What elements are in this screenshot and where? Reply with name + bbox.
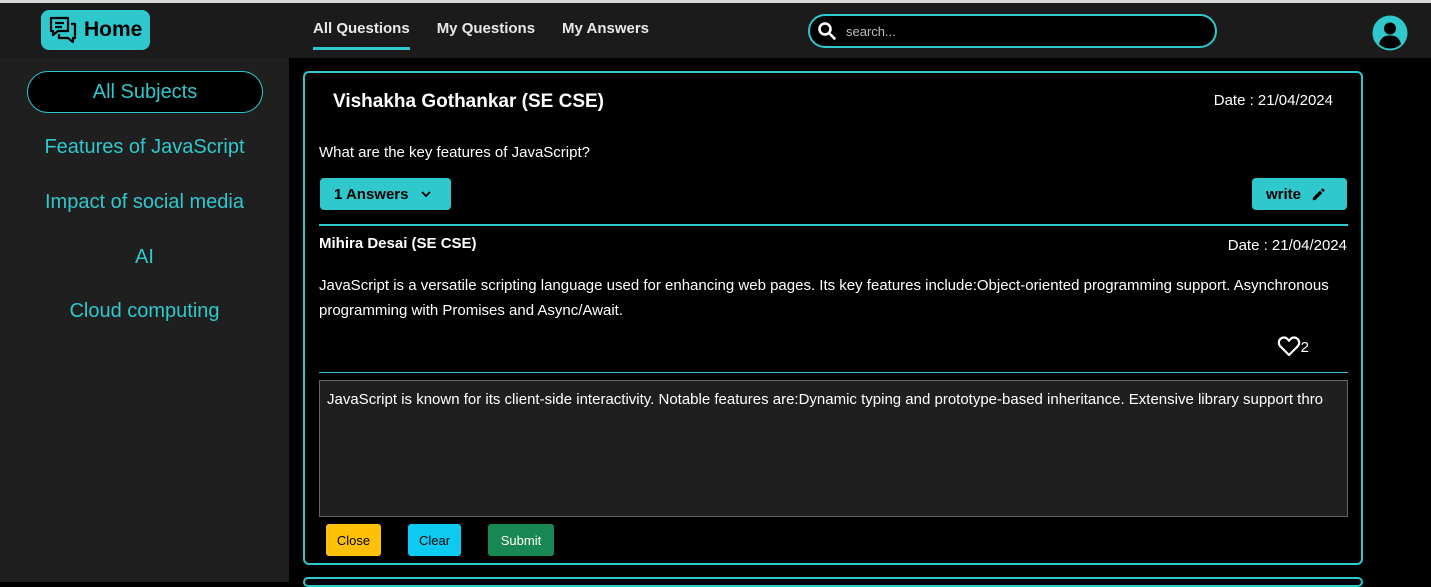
answer-editor[interactable]: JavaScript is known for its client-side … [319, 380, 1348, 517]
answers-count-label: 1 Answers [334, 185, 409, 203]
answer-date: Date : 21/04/2024 [1227, 237, 1347, 254]
question-date: Date : 21/04/2024 [1213, 92, 1333, 109]
sidebar-item-ai[interactable]: AI [0, 246, 289, 269]
submit-button[interactable]: Submit [488, 524, 554, 556]
search-bar [808, 14, 1217, 48]
question-text: What are the key features of JavaScript? [319, 144, 590, 161]
sidebar-item-features-of-javascript[interactable]: Features of JavaScript [0, 136, 289, 159]
home-button[interactable]: Home [41, 10, 150, 50]
like-button[interactable] [1277, 335, 1301, 357]
sidebar-item-impact-of-social-media[interactable]: Impact of social media [0, 191, 289, 214]
answers-toggle-button[interactable]: 1 Answers [320, 178, 451, 210]
chevron-down-icon [421, 191, 432, 198]
question-tabs: All Questions My Questions My Answers [313, 20, 676, 50]
answer-separator [319, 372, 1348, 373]
answer-author: Mihira Desai (SE CSE) [319, 235, 477, 252]
search-icon [818, 22, 836, 40]
sidebar-item-all-subjects[interactable]: All Subjects [27, 71, 263, 113]
tab-my-answers[interactable]: My Answers [562, 20, 649, 50]
tab-my-questions[interactable]: My Questions [437, 20, 535, 50]
pencil-icon [1312, 187, 1325, 200]
clear-button[interactable]: Clear [408, 524, 461, 556]
answers-divider [319, 224, 1348, 226]
subjects-sidebar: All Subjects Features of JavaScript Impa… [0, 58, 289, 582]
tab-all-questions[interactable]: All Questions [313, 20, 410, 50]
top-navbar: Home All Questions My Questions My Answe… [0, 3, 1431, 58]
user-avatar-icon[interactable] [1372, 15, 1408, 51]
search-input[interactable] [846, 23, 1186, 39]
chat-bubbles-icon [49, 16, 77, 44]
heart-icon [1277, 336, 1301, 357]
answer-text: JavaScript is a versatile scripting lang… [319, 277, 1329, 319]
next-question-card [303, 577, 1363, 587]
write-label: write [1266, 185, 1302, 203]
home-label: Home [84, 18, 143, 41]
sidebar-item-cloud-computing[interactable]: Cloud computing [0, 300, 289, 323]
like-count: 2 [1300, 339, 1309, 356]
question-card: Vishakha Gothankar (SE CSE) Date : 21/04… [303, 71, 1363, 565]
question-author: Vishakha Gothankar (SE CSE) [333, 91, 605, 112]
close-button[interactable]: Close [326, 524, 381, 556]
write-answer-button[interactable]: write [1252, 178, 1347, 210]
